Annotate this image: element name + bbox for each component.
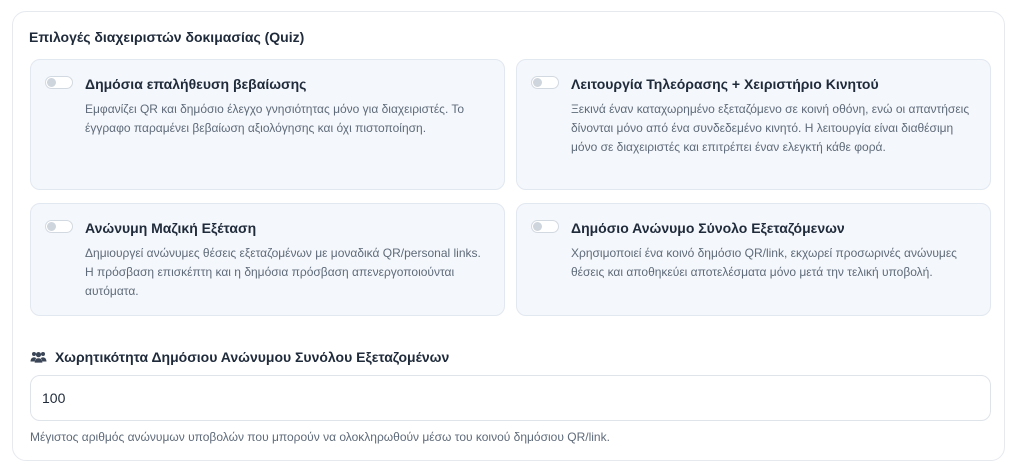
option-card-public-certificate-verification: Δημόσια επαλήθευση βεβαίωσης Εμφανίζει Q… xyxy=(30,59,505,190)
toggle-knob xyxy=(47,222,56,231)
toggle-knob xyxy=(533,78,542,87)
anonymous-mass-exam-toggle[interactable] xyxy=(45,220,73,233)
public-anonymous-pool-toggle[interactable] xyxy=(531,220,559,233)
option-description: Εμφανίζει QR και δημόσιο έλεγχο γνησιότη… xyxy=(85,102,465,135)
capacity-input[interactable] xyxy=(30,375,991,421)
option-title: Λειτουργία Τηλεόρασης + Χειριστήριο Κινη… xyxy=(571,76,879,92)
option-description: Ξεκινά έναν καταχωρημένο εξεταζόμενο σε … xyxy=(571,102,970,154)
option-title: Δημόσια επαλήθευση βεβαίωσης xyxy=(85,76,307,92)
capacity-help-text: Μέγιστος αριθμός ανώνυμων υποβολών που μ… xyxy=(30,430,610,444)
option-card-anonymous-mass-exam: Ανώνυμη Μαζική Εξέταση Δημιουργεί ανώνυμ… xyxy=(30,203,505,316)
option-title: Ανώνυμη Μαζική Εξέταση xyxy=(85,220,257,236)
option-description: Δημιουργεί ανώνυμες θέσεις εξεταζομένων … xyxy=(85,246,481,298)
quiz-admin-options-panel: Επιλογές διαχειριστών δοκιμασίας (Quiz) … xyxy=(12,11,1005,461)
option-description: Χρησιμοποιεί ένα κοινό δημόσιο QR/link, … xyxy=(571,246,957,279)
option-card-public-anonymous-pool: Δημόσιο Ανώνυμο Σύνολο Εξεταζόμενων Χρησ… xyxy=(516,203,991,316)
capacity-label-row: Χωρητικότητα Δημόσιου Ανώνυμου Συνόλου Ε… xyxy=(30,348,449,366)
section-title: Επιλογές διαχειριστών δοκιμασίας (Quiz) xyxy=(29,29,305,45)
toggle-knob xyxy=(533,222,542,231)
users-icon xyxy=(30,352,47,363)
public-verification-toggle[interactable] xyxy=(45,76,73,89)
tv-mode-toggle[interactable] xyxy=(531,76,559,89)
option-card-tv-mode-mobile-controller: Λειτουργία Τηλεόρασης + Χειριστήριο Κινη… xyxy=(516,59,991,190)
toggle-knob xyxy=(47,78,56,87)
option-title: Δημόσιο Ανώνυμο Σύνολο Εξεταζόμενων xyxy=(571,220,845,236)
capacity-label: Χωρητικότητα Δημόσιου Ανώνυμου Συνόλου Ε… xyxy=(55,349,450,365)
